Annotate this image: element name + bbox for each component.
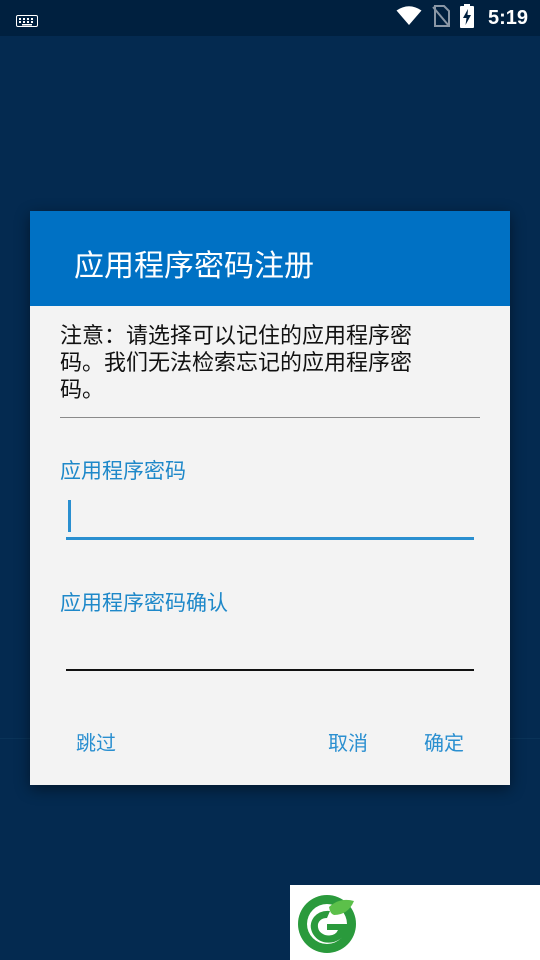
notice-line: 码。我们无法检索忘记的应用程序密 <box>60 351 413 376</box>
notice-text: 注意：请选择可以记住的应用程序密 码。我们无法检索忘记的应用程序密 码。 <box>60 323 480 404</box>
battery-charging-icon <box>459 4 474 32</box>
leaf-logo-icon <box>296 893 358 959</box>
skip-button[interactable]: 跳过 <box>76 727 116 756</box>
password-registration-dialog: 应用程序密码注册 注意：请选择可以记住的应用程序密 码。我们无法检索忘记的应用程… <box>30 211 510 785</box>
dialog-title: 应用程序密码注册 <box>74 249 314 284</box>
text-cursor <box>68 500 71 532</box>
password-confirm-label: 应用程序密码确认 <box>60 591 228 615</box>
password-input[interactable] <box>66 497 474 540</box>
password-confirm-input[interactable] <box>66 629 474 671</box>
password-label: 应用程序密码 <box>60 459 186 483</box>
status-icons: 5:19 <box>396 0 528 36</box>
cancel-button[interactable]: 取消 <box>328 727 368 756</box>
keyboard-icon <box>16 12 38 31</box>
notice-line: 码。 <box>60 378 105 403</box>
wifi-icon <box>396 6 422 30</box>
watermark-badge <box>290 885 540 960</box>
notice-divider <box>60 417 480 418</box>
notice-line: 注意：请选择可以记住的应用程序密 <box>60 324 413 349</box>
clock: 5:19 <box>487 6 528 29</box>
no-sim-icon <box>432 5 450 31</box>
status-bar: 5:19 <box>0 0 540 36</box>
ok-button[interactable]: 确定 <box>424 727 464 756</box>
dialog-header: 应用程序密码注册 <box>30 211 510 306</box>
